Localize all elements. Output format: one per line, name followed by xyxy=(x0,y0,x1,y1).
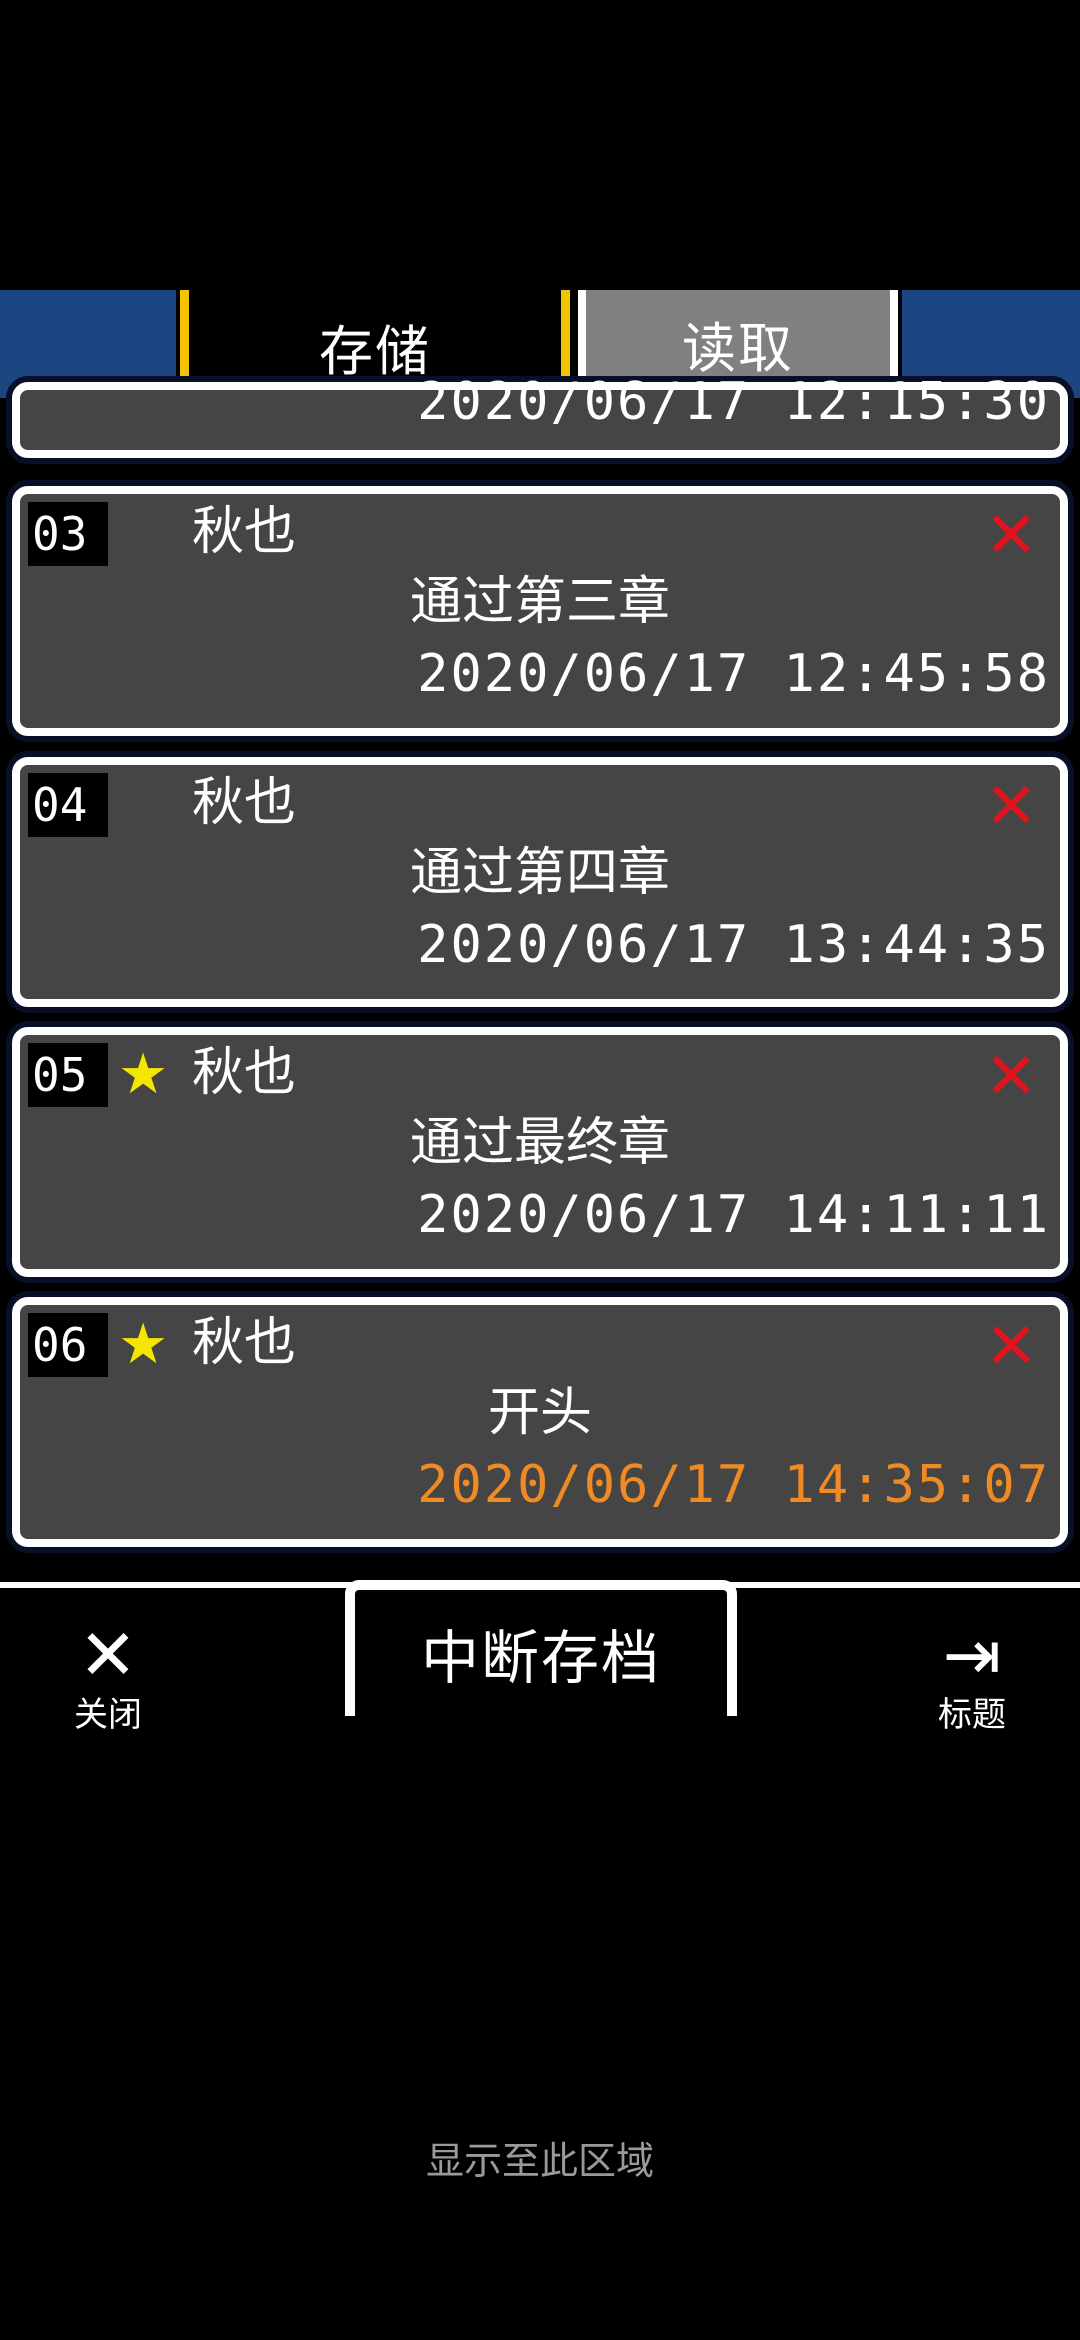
slot-number: 05 xyxy=(28,1043,108,1107)
delete-slot-icon[interactable]: ✕ xyxy=(984,504,1038,568)
slot-chapter: 通过第三章 xyxy=(409,572,670,632)
slot-chapter: 通过第四章 xyxy=(409,843,670,903)
slot-number: 04 xyxy=(28,773,108,837)
slot-number: 06 xyxy=(28,1313,108,1377)
save-slot-05[interactable]: 05 ★ 秋也 ✕ 通过最终章 2020/06/17 14:11:11 xyxy=(12,1027,1068,1277)
exit-to-title-icon: ⇥ xyxy=(942,1614,1002,1696)
slot-timestamp: 2020/06/17 12:45:58 xyxy=(417,644,1050,704)
close-button[interactable]: ✕ 关闭 xyxy=(38,1615,178,1735)
save-slot-04[interactable]: 04 秋也 ✕ 通过第四章 2020/06/17 13:44:35 xyxy=(12,757,1068,1007)
star-icon: ★ xyxy=(118,1312,169,1377)
delete-slot-icon[interactable]: ✕ xyxy=(984,775,1038,839)
star-icon: ★ xyxy=(118,1042,169,1107)
slot-timestamp: 2020/06/17 13:44:35 xyxy=(417,915,1050,975)
slot-character-name: 秋也 xyxy=(192,1313,297,1373)
slot-chapter: 通过最终章 xyxy=(409,1113,670,1173)
slot-character-name: 秋也 xyxy=(192,773,297,833)
suspend-save-button[interactable]: 中断存档 xyxy=(345,1580,737,1716)
display-area-note: 显示至此区域 xyxy=(425,2139,654,2183)
close-icon: ✕ xyxy=(78,1614,138,1696)
slot-chapter: 开头 xyxy=(487,1383,592,1443)
slot-timestamp: 2020/06/17 14:11:11 xyxy=(417,1185,1050,1245)
delete-slot-icon[interactable]: ✕ xyxy=(984,1045,1038,1109)
delete-slot-icon[interactable]: ✕ xyxy=(984,1315,1038,1379)
close-label: 关闭 xyxy=(74,1695,142,1735)
save-slot-list[interactable]: 2020/06/17 12:15:30 03 秋也 ✕ 通过第三章 2020/0… xyxy=(0,372,1080,1582)
title-button[interactable]: ⇥ 标题 xyxy=(902,1615,1042,1735)
slot-number: 03 xyxy=(28,502,108,566)
slot-timestamp-current: 2020/06/17 14:35:07 xyxy=(417,1455,1050,1515)
slot-character-name: 秋也 xyxy=(192,1043,297,1103)
slot-character-name: 秋也 xyxy=(192,502,297,562)
save-slot-03[interactable]: 03 秋也 ✕ 通过第三章 2020/06/17 12:45:58 xyxy=(12,486,1068,736)
slot-timestamp: 2020/06/17 12:15:30 xyxy=(417,372,1050,432)
save-slot-partial[interactable]: 2020/06/17 12:15:30 xyxy=(12,372,1068,458)
title-label: 标题 xyxy=(938,1695,1006,1735)
save-slot-06[interactable]: 06 ★ 秋也 ✕ 开头 2020/06/17 14:35:07 xyxy=(12,1297,1068,1547)
